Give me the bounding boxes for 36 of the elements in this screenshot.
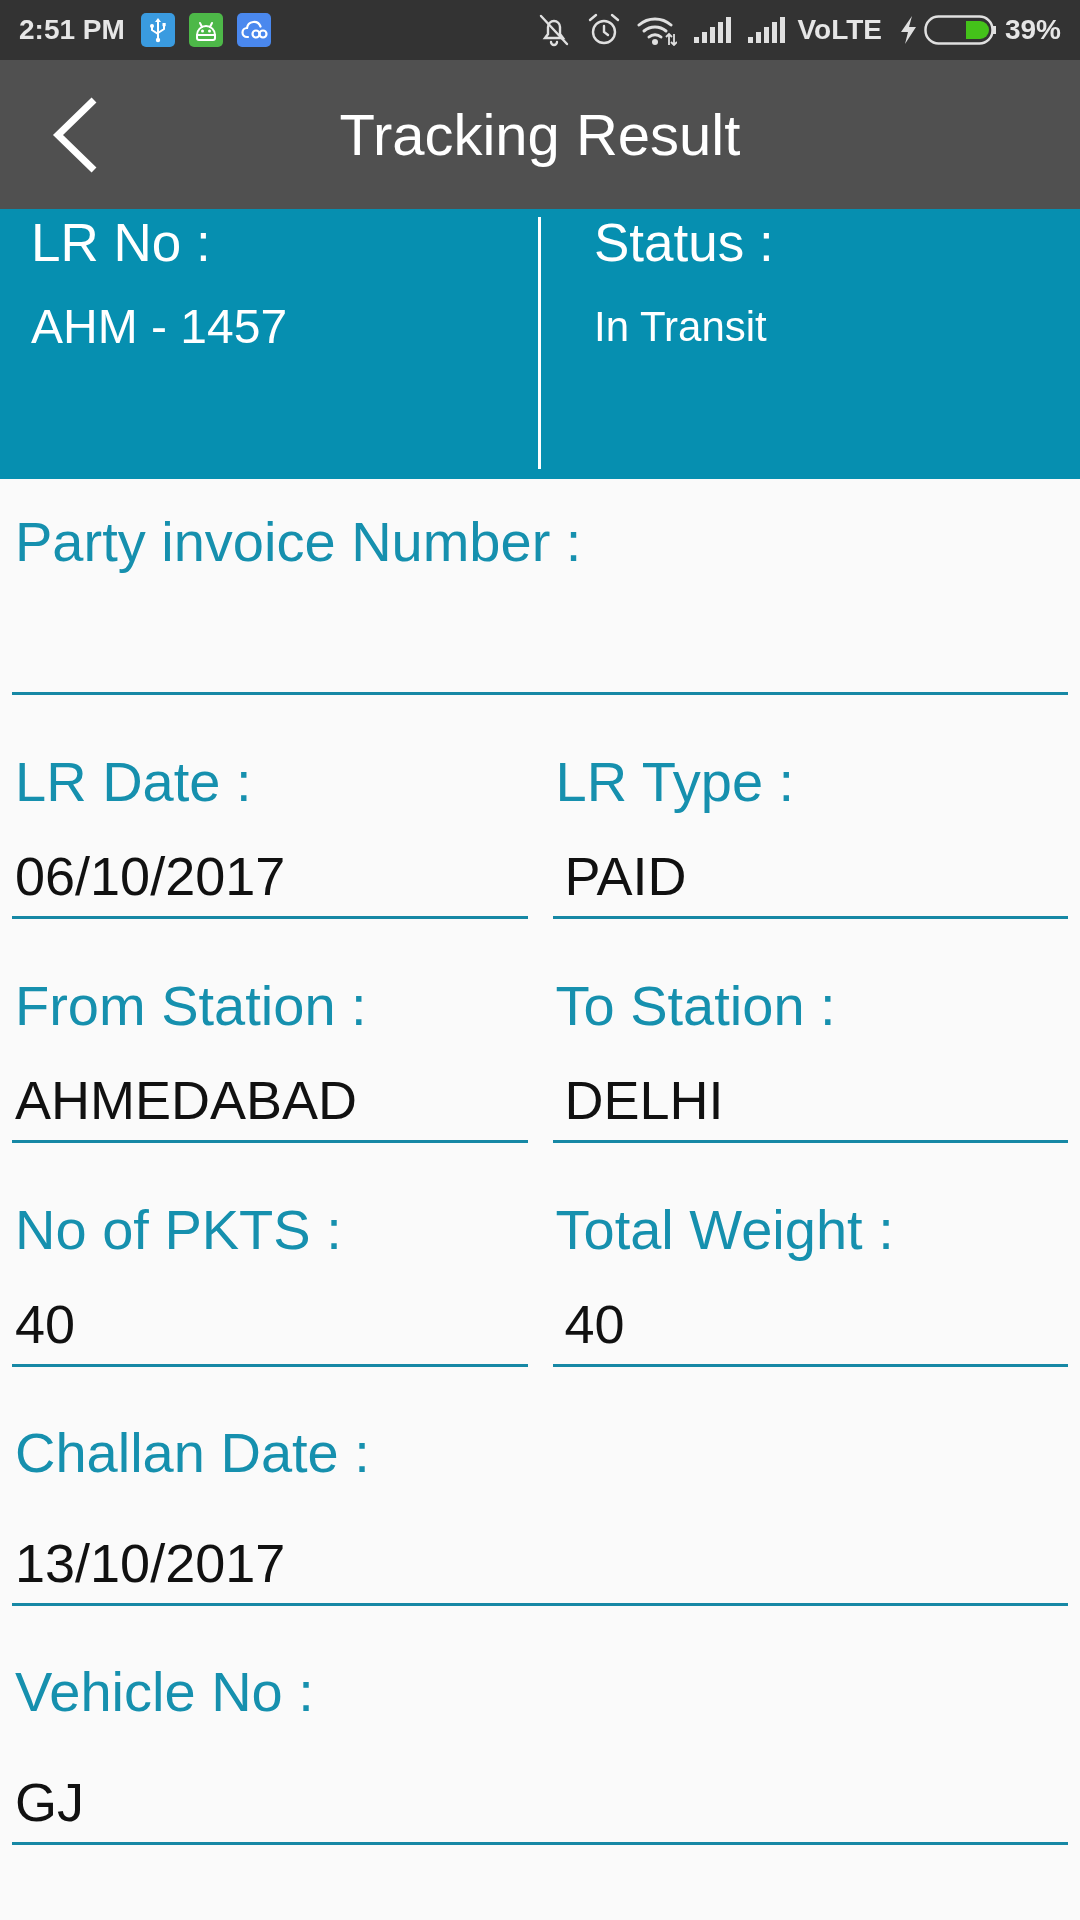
input-field[interactable]: 40 <box>552 1294 1068 1367</box>
field-label: Challan Date : <box>14 1423 370 1483</box>
battery-percentage: 39% <box>1004 13 1061 47</box>
summary-value: AHM - 1457 <box>31 299 288 355</box>
signal-icon <box>694 17 732 43</box>
network-type: VoLTE <box>797 13 882 47</box>
android-icon <box>188 13 223 47</box>
clock-time: 2:51 PM <box>19 13 125 47</box>
back-icon[interactable] <box>52 95 98 174</box>
summary-label: LR No : <box>31 213 211 273</box>
input-field[interactable]: AHMEDABAD <box>12 1070 528 1143</box>
input-field[interactable]: 13/10/2017 <box>12 1533 1068 1606</box>
alarm-clock-icon <box>588 13 621 47</box>
input-field[interactable]: GJ <box>12 1772 1068 1845</box>
screen-title: Tracking Result <box>339 100 741 169</box>
input-field[interactable]: DELHI <box>552 1070 1068 1143</box>
cloud-icon <box>236 13 271 47</box>
summary-value: In Transit <box>594 302 767 352</box>
field-label: Total Weight : <box>554 1200 894 1260</box>
input-field[interactable]: PAID <box>552 846 1068 919</box>
field-label: To Station : <box>554 976 836 1036</box>
field-label: No of PKTS : <box>14 1200 342 1260</box>
field-label: Party invoice Number : <box>14 512 582 572</box>
lightning-bolt-icon <box>899 16 917 44</box>
input-field[interactable]: 40 <box>12 1294 528 1367</box>
input-field[interactable]: 06/10/2017 <box>12 846 528 919</box>
field-label: From Station : <box>14 976 367 1036</box>
usb-icon <box>140 13 175 47</box>
field-label: LR Date : <box>14 752 252 812</box>
field-label: LR Type : <box>554 752 795 812</box>
wifi-icon <box>637 14 678 46</box>
summary-label: Status : <box>594 213 774 273</box>
muted-bell-icon <box>538 13 571 47</box>
field-label: Vehicle No : <box>14 1662 314 1722</box>
signal-icon <box>748 17 786 43</box>
battery-icon <box>923 15 996 45</box>
